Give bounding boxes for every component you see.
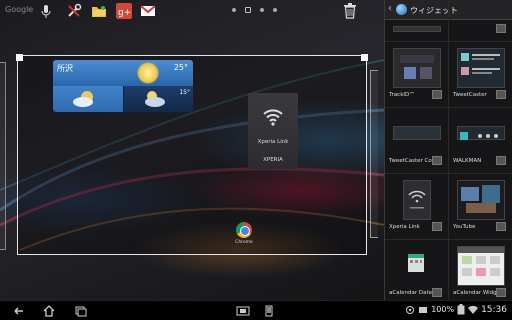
folder-icon[interactable] [91,3,107,19]
widget-size-badge [432,222,442,231]
frame-corner [16,54,23,61]
widget-drawer: ‹ ウィジェット TrackID™ TweetCaster TweetCaste… [384,0,512,306]
widget-label: TweetCaster Co [389,158,432,164]
widget-size-badge [496,156,506,165]
widget-size-badge [496,222,506,231]
tweetcaster-compact-thumbnail [393,126,441,140]
system-bar: 100% 15:36 [0,300,512,320]
trackid-preview-icon [400,55,434,79]
forecast-day [53,86,123,112]
recent-apps-icon[interactable] [74,304,88,318]
chrome-icon[interactable] [236,222,252,238]
widget-label: aCalendar Date [389,290,432,296]
tweetcaster-preview-icon [461,53,500,75]
google-plus-icon[interactable]: g+ [116,3,132,19]
widget-item-tweetcaster[interactable]: TweetCaster [449,42,512,108]
acalendar-widget-thumbnail [457,246,505,286]
widget-item[interactable] [385,0,449,42]
youtube-thumbnail [457,180,505,220]
home-icon[interactable] [42,304,56,318]
calendar-grid-icon [458,247,504,276]
page-dot [273,8,277,12]
xperia-link-label: Xperia Link [257,139,289,145]
widget-label: Xperia Link [389,224,420,230]
notification-icon [406,305,415,314]
svg-text:g+: g+ [118,8,131,18]
xperia-brand-label: XPERIA [263,157,283,163]
home-screen-preview[interactable]: 所沢 25° 15° Xperia Link XPERIA Chrome [16,54,368,255]
tweetcaster-thumbnail [457,48,505,88]
widget-item-youtube[interactable]: YouTube [449,174,512,240]
gmail-icon[interactable] [140,3,156,19]
next-screen-edge[interactable] [370,70,378,238]
trackid-thumbnail [393,48,441,88]
google-search-label[interactable]: Google [5,5,33,14]
page-indicator [232,7,277,13]
widget-size-badge [432,90,442,99]
weather-widget[interactable]: 所沢 25° 15° [53,60,193,112]
trash-icon[interactable] [343,2,357,19]
battery-percentage: 100% [431,305,455,314]
wifi-signal-icon [468,305,479,314]
chrome-label: Chrome [235,240,253,245]
status-area[interactable]: 100% 15:36 [405,304,507,315]
widget-label: WALKMAN [453,158,482,164]
forecast-temperature: 15° [179,89,190,96]
walkman-controls-icon [460,132,498,140]
microphone-icon[interactable] [38,3,54,19]
widget-item-tweetcaster-compact[interactable]: TweetCaster Co [385,108,449,174]
calendar-icon [408,254,424,272]
widget-item-trackid[interactable]: TrackID™ [385,42,449,108]
back-icon[interactable] [12,304,26,318]
frame-corner [361,54,368,61]
previous-screen-edge[interactable] [0,62,6,250]
xperia-link-thumbnail [403,180,431,220]
screenshot-icon[interactable] [236,304,250,318]
clock: 15:36 [481,304,507,315]
launcher-top-bar: Google g+ [0,0,384,22]
weather-temperature: 25° [173,63,188,72]
widget-item-acalendar-widget[interactable]: aCalendar Widg [449,240,512,306]
weather-city: 所沢 [57,64,73,73]
widget-size-badge [496,24,506,33]
widget-item-acalendar-date[interactable]: aCalendar Date [385,240,449,306]
small-apps-icon[interactable] [262,304,276,318]
wifi-icon [408,190,426,209]
screen-capture-icon [419,306,428,313]
video-thumbnails-icon [461,185,500,213]
widget-grid: TrackID™ TweetCaster TweetCaster Co WALK… [385,0,512,306]
widget-label: aCalendar Widg [453,290,497,296]
home-page-dot [245,7,251,13]
widget-thumbnail [393,26,441,32]
widget-item-walkman[interactable]: WALKMAN [449,108,512,174]
widget-size-badge [432,288,442,297]
widget-label: TweetCaster [453,92,487,98]
wifi-icon [263,109,283,126]
partly-cloudy-icon [73,91,93,107]
widget-label: YouTube [453,224,476,230]
widget-size-badge [496,90,506,99]
forecast-night: 15° [123,86,193,112]
walkman-thumbnail [457,126,505,140]
sun-icon [137,62,159,84]
widget-label: TrackID™ [389,92,415,98]
battery-icon [457,304,465,315]
acalendar-date-thumbnail [405,246,427,286]
widget-size-badge [496,288,506,297]
page-dot [232,8,236,12]
page-dot [260,8,264,12]
widget-size-badge [432,156,442,165]
widget-item-xperia-link[interactable]: Xperia Link [385,174,449,240]
widget-item[interactable] [449,0,512,42]
xperia-link-widget[interactable]: Xperia Link XPERIA [248,93,298,169]
tools-icon[interactable] [66,3,82,19]
